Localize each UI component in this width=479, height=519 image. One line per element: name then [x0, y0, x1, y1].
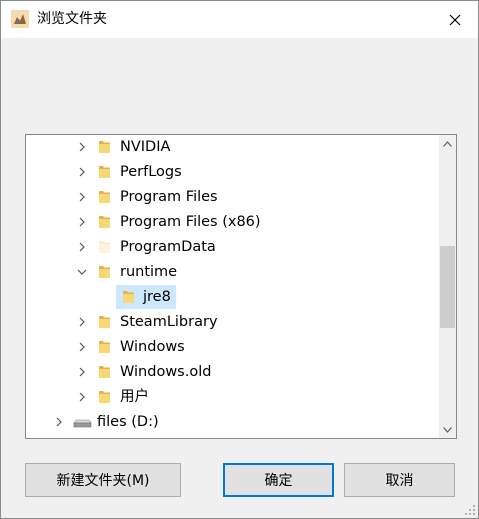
tree-item-folder[interactable]: Windows	[26, 335, 436, 359]
scroll-up-button[interactable]	[439, 135, 456, 152]
tree-item-folder[interactable]: NVIDIA	[26, 135, 436, 159]
chevron-down-icon	[443, 426, 452, 433]
tree-item-folder[interactable]: 用户	[26, 385, 436, 409]
chevron-right-icon[interactable]	[76, 341, 88, 353]
tree-item-folder[interactable]: ProgramData	[26, 235, 436, 259]
chevron-right-icon[interactable]	[76, 141, 88, 153]
tree-item-label: Program Files (x86)	[120, 214, 261, 230]
new-folder-button[interactable]: 新建文件夹(M)	[25, 463, 181, 497]
cancel-button[interactable]: 取消	[344, 463, 455, 497]
folder-icon	[99, 141, 110, 153]
tree-item-label: SteamLibrary	[120, 314, 218, 330]
tree-item-label: jre8	[143, 289, 171, 305]
folder-icon	[99, 366, 110, 378]
tree-item-folder[interactable]: SteamLibrary	[26, 310, 436, 334]
chevron-right-icon[interactable]	[76, 316, 88, 328]
tree-item-folder[interactable]: runtime	[26, 260, 436, 284]
tree-item-label: NVIDIA	[120, 139, 171, 155]
chevron-right-icon[interactable]	[76, 241, 88, 253]
vertical-scrollbar[interactable]	[439, 135, 456, 438]
folder-tree[interactable]: NVIDIA PerfLogs Program Files Program Files…	[25, 134, 457, 439]
scroll-thumb[interactable]	[440, 246, 455, 328]
tree-item-label: Program Files	[120, 189, 218, 205]
folder-icon	[99, 316, 110, 328]
tree-item-label: files (D:)	[97, 414, 159, 430]
chevron-right-icon[interactable]	[76, 216, 88, 228]
drive-icon	[73, 419, 92, 428]
chevron-right-icon[interactable]	[76, 391, 88, 403]
tree-item-label: Windows	[120, 339, 185, 355]
chevron-right-icon[interactable]	[53, 416, 65, 428]
tree-item-label: 用户	[120, 389, 149, 405]
tree-item-label: Windows.old	[120, 364, 212, 380]
folder-icon	[99, 391, 110, 403]
chevron-right-icon[interactable]	[76, 366, 88, 378]
tree-item-folder[interactable]: Windows.old	[26, 360, 436, 384]
tree-item-folder[interactable]: Program Files	[26, 185, 436, 209]
close-button[interactable]	[432, 1, 478, 38]
folder-icon	[123, 291, 134, 303]
chevron-down-icon[interactable]	[76, 266, 88, 278]
tree-item-label: ProgramData	[120, 239, 216, 255]
folder-icon	[99, 266, 110, 278]
folder-icon	[99, 166, 110, 178]
chevron-right-icon[interactable]	[76, 166, 88, 178]
folder-icon	[99, 241, 110, 253]
tree-item-label: PerfLogs	[120, 164, 182, 180]
chevron-right-icon[interactable]	[76, 191, 88, 203]
resize-grip-icon[interactable]	[464, 504, 476, 516]
tree-item-drive[interactable]: files (D:)	[26, 410, 436, 434]
tree-item-folder[interactable]: Program Files (x86)	[26, 210, 436, 234]
folder-icon	[99, 216, 110, 228]
browse-folder-dialog: 浏览文件夹 NVIDIA PerfLogs Program Files Program…	[0, 0, 479, 519]
window-title: 浏览文件夹	[37, 11, 107, 27]
tree-item-folder[interactable]: PerfLogs	[26, 160, 436, 184]
folder-icon	[99, 341, 110, 353]
close-icon	[449, 14, 461, 25]
tree-item-folder[interactable]: jre8	[26, 285, 436, 309]
scroll-down-button[interactable]	[439, 421, 456, 438]
tree-item-label: runtime	[120, 264, 178, 280]
ok-button[interactable]: 确定	[223, 463, 334, 497]
app-icon	[11, 10, 29, 28]
title-bar[interactable]: 浏览文件夹	[1, 1, 478, 38]
folder-icon	[99, 191, 110, 203]
chevron-up-icon	[443, 140, 452, 147]
